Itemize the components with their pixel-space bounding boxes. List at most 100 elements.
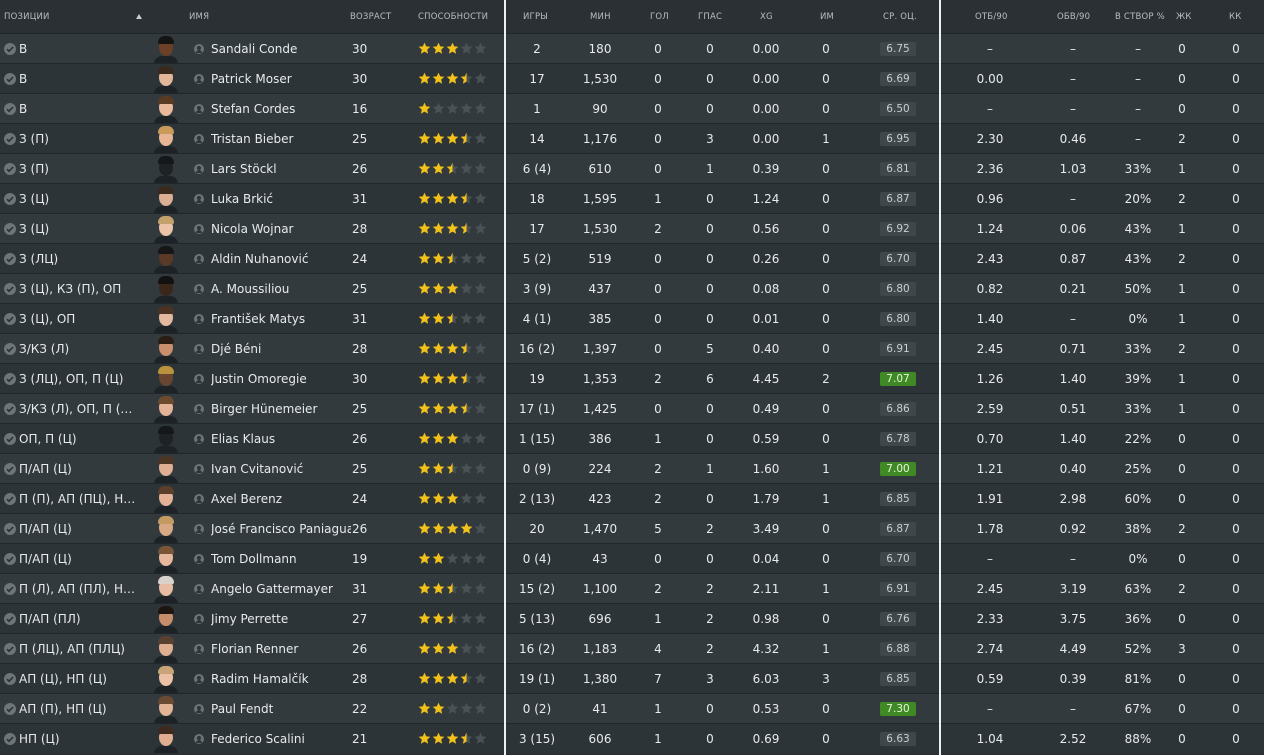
column-header-age[interactable]: ВОЗРАСТ — [350, 12, 391, 22]
table-row[interactable]: З (Ц) Nicola Wojnar 28 17 1,530 2 0 0.56 0 1.24 0.… — [0, 213, 1264, 243]
check-icon[interactable] — [4, 733, 16, 745]
check-icon[interactable] — [4, 343, 16, 355]
table-row[interactable]: П (П), АП (ПЦ), НП (Ц) Axel Berenz24 2 (13… — [0, 483, 1264, 513]
check-icon[interactable] — [4, 433, 16, 445]
column-header-goals[interactable]: ГОЛ — [650, 12, 669, 22]
check-icon[interactable] — [4, 493, 16, 505]
check-icon[interactable] — [4, 613, 16, 625]
player-name[interactable]: Elias Klaus — [211, 424, 351, 454]
table-row[interactable]: В Stefan Cordes 16 1 90 0 0 0.00 0 – – – 0 0 6.50 — [0, 93, 1264, 123]
check-icon[interactable] — [4, 103, 16, 115]
check-icon[interactable] — [4, 523, 16, 535]
check-icon[interactable] — [4, 463, 16, 475]
table-row[interactable]: З (Ц) Luka Brkić 31 18 1,595 1 0 1.24 0 0.96 – 20% 2… — [0, 183, 1264, 213]
player-name[interactable]: Patrick Moser — [211, 64, 351, 94]
person-icon — [194, 74, 204, 84]
player-name[interactable]: Angelo Gattermayer — [211, 574, 351, 604]
column-header-xg[interactable]: XG — [760, 12, 773, 22]
check-icon[interactable] — [4, 703, 16, 715]
player-name[interactable]: Justin Omoregie — [211, 364, 351, 394]
player-photo — [153, 35, 179, 63]
ability-stars — [418, 342, 490, 356]
player-name[interactable]: Federico Scalini — [211, 724, 351, 754]
column-header-avg-rating[interactable]: СР. ОЦ. — [883, 12, 917, 22]
table-row[interactable]: В Sandali Conde 30 2 180 0 0 0.00 0 – – – 0 0 6.75 — [0, 33, 1264, 63]
column-header-minutes[interactable]: МИН — [590, 12, 611, 22]
table-row[interactable]: В Patrick Moser 30 17 1,530 0 0 0.00 0 0.00 – – 0 0 6.… — [0, 63, 1264, 93]
column-header-assists[interactable]: ГПАС — [698, 12, 722, 22]
column-header-dribbles90[interactable]: ОБВ/90 — [1057, 12, 1090, 22]
check-icon[interactable] — [4, 643, 16, 655]
tackles-per-90: 0.82 — [976, 282, 1004, 296]
player-name[interactable]: Lars Stöckl — [211, 154, 351, 184]
table-row[interactable]: АП (Ц), НП (Ц) Radim Hamalčík 28 19 (1) 1,38… — [0, 663, 1264, 693]
ability-stars — [418, 582, 490, 596]
minutes-played: 1,397 — [582, 342, 618, 356]
check-icon[interactable] — [4, 73, 16, 85]
player-name[interactable]: Aldin Nuhanović — [211, 244, 351, 274]
player-name[interactable]: Radim Hamalčík — [211, 664, 351, 694]
check-icon[interactable] — [4, 553, 16, 565]
assists: 3 — [706, 672, 714, 686]
table-row[interactable]: З (П) Tristan Bieber 25 14 1,176 0 3 0.00 1 2.30 0… — [0, 123, 1264, 153]
check-icon[interactable] — [4, 373, 16, 385]
player-name[interactable]: František Matys — [211, 304, 351, 334]
table-row[interactable]: П/АП (ПЛ) Jimy Perrette 27 5 (13) 696 1 2 0.98 0… — [0, 603, 1264, 633]
table-row[interactable]: З (ЛЦ), ОП, П (Ц) Justin Omoregie 30 19 1,35… — [0, 363, 1264, 393]
column-header-name[interactable]: ИМЯ — [189, 12, 209, 22]
sort-ascending-icon[interactable] — [136, 14, 142, 19]
column-header-positions[interactable]: ПОЗИЦИИ — [4, 12, 50, 22]
table-row[interactable]: П/АП (Ц) Tom Dollmann 19 0 (4) 43 0 0 0.04 0 – – 0%… — [0, 543, 1264, 573]
games-played: 2 — [533, 42, 541, 56]
table-row[interactable]: П/АП (Ц) Ivan Cvitanović 25 0 (9) 224 2 1 1.60 1… — [0, 453, 1264, 483]
player-name[interactable]: José Francisco Paniagua — [211, 514, 351, 544]
player-name[interactable]: A. Moussiliou — [211, 274, 351, 304]
check-icon[interactable] — [4, 583, 16, 595]
check-icon[interactable] — [4, 133, 16, 145]
table-row[interactable]: З (ЛЦ) Aldin Nuhanović 24 5 (2) 519 0 0 0.26 0 2.… — [0, 243, 1264, 273]
star-icon — [432, 102, 445, 114]
table-row[interactable]: З (Ц), КЗ (П), ОП A. Moussiliou 25 3 (9) 437… — [0, 273, 1264, 303]
check-icon[interactable] — [4, 193, 16, 205]
player-name[interactable]: Tom Dollmann — [211, 544, 351, 574]
check-icon[interactable] — [4, 403, 16, 415]
player-name[interactable]: Birger Hünemeier — [211, 394, 351, 424]
player-name[interactable]: Sandali Conde — [211, 34, 351, 64]
check-icon[interactable] — [4, 283, 16, 295]
player-name[interactable]: Stefan Cordes — [211, 94, 351, 124]
check-icon[interactable] — [4, 43, 16, 55]
player-name[interactable]: Florian Renner — [211, 634, 351, 664]
column-header-tackles90[interactable]: ОТБ/90 — [975, 12, 1008, 22]
table-row[interactable]: З/КЗ (Л) Djé Béni 28 16 (2) 1,397 0 5 0.40 0 2.45… — [0, 333, 1264, 363]
column-header-shots-on-target[interactable]: В СТВОР % — [1115, 12, 1165, 22]
table-row[interactable]: З/КЗ (Л), ОП, П (Ц), А... Birger Hünemeie… — [0, 393, 1264, 423]
column-header-games[interactable]: ИГРЫ — [523, 12, 548, 22]
player-name[interactable]: Luka Brkić — [211, 184, 351, 214]
table-row[interactable]: П (Л), АП (ПЛ), НП (Ц) Angelo Gattermayer… — [0, 573, 1264, 603]
player-name[interactable]: Axel Berenz — [211, 484, 351, 514]
table-row[interactable]: АП (П), НП (Ц) Paul Fendt 22 0 (2) 41 1 0 0.53 0… — [0, 693, 1264, 723]
column-header-mom[interactable]: ИМ — [820, 12, 834, 22]
check-icon[interactable] — [4, 253, 16, 265]
column-header-yellow-cards[interactable]: ЖК — [1176, 12, 1192, 22]
player-name[interactable]: Djé Béni — [211, 334, 351, 364]
player-name[interactable]: Ivan Cvitanović — [211, 454, 351, 484]
star-icon — [418, 132, 431, 144]
check-icon[interactable] — [4, 673, 16, 685]
table-row[interactable]: НП (Ц) Federico Scalini 21 3 (15) 606 1 0 0.69 0… — [0, 723, 1264, 753]
table-row[interactable]: ОП, П (Ц) Elias Klaus 26 1 (15) 386 1 0 0.59 0 0.… — [0, 423, 1264, 453]
table-row[interactable]: П/АП (Ц) José Francisco Paniagua 26 20 1,470… — [0, 513, 1264, 543]
player-name[interactable]: Nicola Wojnar — [211, 214, 351, 244]
table-row[interactable]: З (П) Lars Stöckl 26 6 (4) 610 0 1 0.39 0 2.36 1.0… — [0, 153, 1264, 183]
column-header-ability[interactable]: СПОСОБНОСТИ — [418, 12, 488, 22]
check-icon[interactable] — [4, 313, 16, 325]
check-icon[interactable] — [4, 223, 16, 235]
player-name[interactable]: Tristan Bieber — [211, 124, 351, 154]
table-row[interactable]: З (Ц), ОП František Matys 31 4 (1) 385 0 0 0.01… — [0, 303, 1264, 333]
column-header-red-cards[interactable]: КК — [1229, 12, 1241, 22]
check-icon[interactable] — [4, 163, 16, 175]
player-name[interactable]: Jimy Perrette — [211, 604, 351, 634]
table-row[interactable]: П (ЛЦ), АП (ПЛЦ) Florian Renner 26 16 (2) 1,… — [0, 633, 1264, 663]
minutes-played: 224 — [588, 462, 612, 476]
player-name[interactable]: Paul Fendt — [211, 694, 351, 724]
